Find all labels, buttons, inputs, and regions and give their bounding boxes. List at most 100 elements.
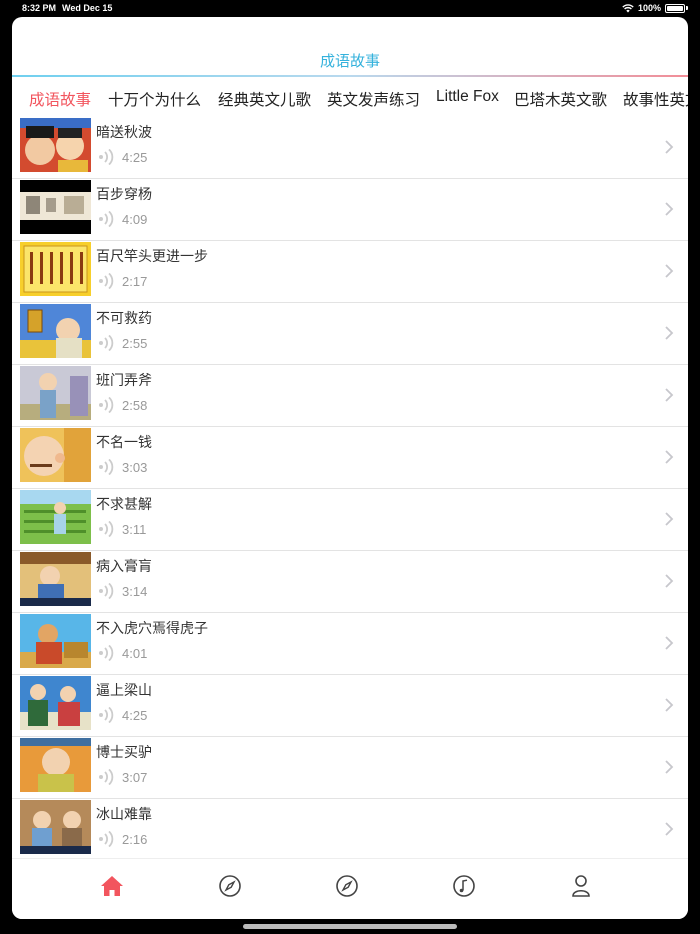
sound-icon [99, 583, 114, 599]
chevron-right-icon [665, 574, 674, 588]
status-time: 8:32 PM [22, 3, 57, 13]
sound-icon [99, 645, 114, 661]
item-title: 不名一钱 [96, 434, 152, 450]
battery-tip [686, 6, 688, 10]
item-title: 逼上梁山 [96, 682, 152, 698]
status-right: 100% [622, 3, 688, 13]
sound-icon [99, 273, 114, 289]
sound-icon [99, 335, 114, 351]
list-item[interactable]: 不名一钱 3:03 [12, 427, 688, 489]
chevron-right-icon [665, 202, 674, 216]
item-title: 班门弄斧 [96, 372, 152, 388]
chevron-right-icon [665, 450, 674, 464]
item-title: 暗送秋波 [96, 124, 152, 140]
item-duration: 3:03 [122, 460, 148, 475]
tab-english-nursery[interactable]: 经典英文儿歌 [218, 88, 311, 110]
thumbnail [20, 366, 91, 420]
tab-chengyu[interactable]: 成语故事 [29, 88, 91, 110]
item-duration: 2:17 [122, 274, 148, 289]
item-duration: 3:11 [122, 522, 147, 537]
sound-icon [99, 397, 114, 413]
chevron-right-icon [665, 636, 674, 650]
story-list: 暗送秋波 4:25 百步穿杨 4:09 百尺竿头更进一步 2:17 不可救药 2… [12, 117, 688, 858]
tab-batamu[interactable]: 巴塔木英文歌 [514, 88, 607, 110]
item-duration: 4:25 [122, 150, 148, 165]
list-item[interactable]: 不入虎穴焉得虎子 4:01 [12, 613, 688, 675]
thumbnail [20, 552, 91, 606]
list-item[interactable]: 病入膏肓 3:14 [12, 551, 688, 613]
thumbnail [20, 180, 91, 234]
compass-icon [219, 875, 241, 897]
chevron-right-icon [665, 140, 674, 154]
chevron-right-icon [665, 760, 674, 774]
item-duration: 4:09 [122, 212, 148, 227]
sound-icon [99, 211, 114, 227]
item-title: 博士买驴 [96, 744, 152, 760]
home-icon [101, 876, 123, 896]
status-bar: 8:32 PM Wed Dec 15 100% [0, 0, 700, 18]
compass-icon [336, 875, 358, 897]
item-title: 不入虎穴焉得虎子 [96, 620, 208, 636]
list-item[interactable]: 暗送秋波 4:25 [12, 117, 688, 179]
tabbar-music[interactable] [451, 873, 477, 899]
item-duration: 2:55 [122, 336, 148, 351]
tab-little-fox[interactable]: Little Fox [436, 88, 499, 106]
item-duration: 2:58 [122, 398, 148, 413]
tabbar-profile[interactable] [568, 873, 594, 899]
item-title: 不可救药 [96, 310, 152, 326]
navigation-bar: 成语故事 [12, 17, 688, 77]
thumbnail [20, 738, 91, 792]
thumbnail [20, 800, 91, 854]
sound-icon [99, 459, 114, 475]
music-note-icon [453, 875, 475, 897]
chevron-right-icon [665, 264, 674, 278]
sound-icon [99, 769, 114, 785]
tabbar-home[interactable] [99, 873, 125, 899]
item-title: 百尺竿头更进一步 [96, 248, 208, 264]
list-item[interactable]: 冰山难靠 2:16 [12, 799, 688, 858]
tabbar-discover[interactable] [217, 873, 243, 899]
item-title: 百步穿杨 [96, 186, 152, 202]
tab-english-pronunciation[interactable]: 英文发声练习 [327, 88, 420, 110]
thumbnail [20, 614, 91, 668]
list-item[interactable]: 百尺竿头更进一步 2:17 [12, 241, 688, 303]
list-item[interactable]: 百步穿杨 4:09 [12, 179, 688, 241]
status-date: Wed Dec 15 [62, 3, 113, 13]
tab-why[interactable]: 十万个为什么 [108, 88, 201, 110]
sound-icon [99, 831, 114, 847]
item-title: 病入膏肓 [96, 558, 152, 574]
item-duration: 2:16 [122, 832, 148, 847]
chevron-right-icon [665, 822, 674, 836]
chevron-right-icon [665, 326, 674, 340]
app-window: 成语故事 成语故事 十万个为什么 经典英文儿歌 英文发声练习 Little Fo… [12, 17, 688, 919]
thumbnail [20, 118, 91, 172]
battery-icon [665, 3, 685, 13]
list-item[interactable]: 逼上梁山 4:25 [12, 675, 688, 737]
tab-bar [12, 858, 688, 919]
thumbnail [20, 490, 91, 544]
battery-percent: 100% [637, 3, 661, 13]
category-tabs: 成语故事 十万个为什么 经典英文儿歌 英文发声练习 Little Fox 巴塔木… [12, 77, 688, 117]
tabbar-explore[interactable] [334, 873, 360, 899]
list-item[interactable]: 不可救药 2:55 [12, 303, 688, 365]
item-title: 冰山难靠 [96, 806, 152, 822]
sound-icon [99, 521, 114, 537]
chevron-right-icon [665, 698, 674, 712]
item-title: 不求甚解 [96, 496, 152, 512]
item-duration: 3:07 [122, 770, 148, 785]
sound-icon [99, 707, 114, 723]
thumbnail [20, 428, 91, 482]
thumbnail [20, 304, 91, 358]
wifi-icon [622, 3, 634, 12]
thumbnail [20, 676, 91, 730]
tab-story-english[interactable]: 故事性英文 [623, 88, 688, 110]
thumbnail [20, 242, 91, 296]
home-indicator[interactable] [243, 924, 457, 929]
list-item[interactable]: 不求甚解 3:11 [12, 489, 688, 551]
chevron-right-icon [665, 512, 674, 526]
list-item[interactable]: 博士买驴 3:07 [12, 737, 688, 799]
chevron-right-icon [665, 388, 674, 402]
person-icon [572, 875, 590, 897]
item-duration: 3:14 [122, 584, 148, 599]
list-item[interactable]: 班门弄斧 2:58 [12, 365, 688, 427]
